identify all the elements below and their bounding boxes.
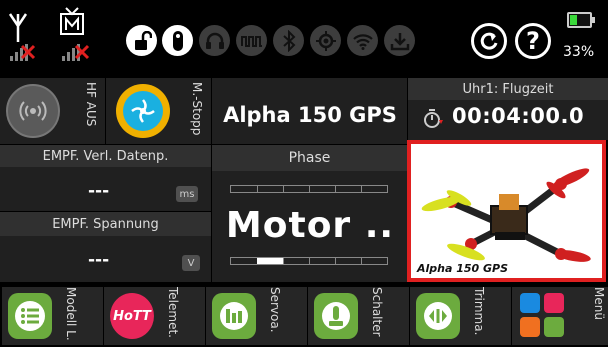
model-name: Alpha 150 GPS: [223, 103, 397, 127]
model-image-caption: Alpha 150 GPS: [417, 262, 509, 275]
motor-stop-button-icon: [116, 84, 170, 138]
list-icon: [8, 293, 52, 339]
model-list-button[interactable]: Modell L.: [2, 287, 103, 345]
menu-grid-icon: [520, 293, 566, 339]
headphones-icon[interactable]: [199, 25, 230, 56]
phase-value: Motor ..: [225, 205, 395, 246]
gps-icon[interactable]: [310, 25, 341, 56]
quadcopter-image: [421, 168, 591, 262]
trim-icon: [416, 293, 460, 339]
status-bar: ? 33%: [0, 0, 608, 76]
bluetooth-icon[interactable]: [273, 25, 304, 56]
servo-monitor-button[interactable]: Servoa.: [206, 287, 307, 345]
menu-button[interactable]: Menü: [512, 287, 608, 345]
receiver-voltage-panel[interactable]: EMPF. Spannung --- V: [0, 212, 211, 282]
model-list-label: Modell L.: [64, 287, 78, 341]
info-icon[interactable]: [162, 25, 193, 56]
telemetry-label: Telemet.: [166, 287, 180, 338]
hf-off-tile[interactable]: HF AUS: [0, 78, 105, 144]
download-icon[interactable]: [384, 25, 415, 56]
menu-label: Menü: [592, 287, 606, 320]
servo-pulse-icon[interactable]: [236, 25, 267, 56]
receiver-voltage-label: EMPF. Spannung: [0, 212, 211, 236]
battery-indicator: 33%: [563, 8, 597, 68]
switch-label: Schalter: [370, 287, 384, 337]
packet-loss-label: EMPF. Verl. Datenp.: [0, 145, 211, 167]
hott-logo-icon: HoTT: [110, 293, 154, 339]
packet-loss-unit: ms: [176, 186, 198, 202]
unlock-icon[interactable]: [126, 25, 157, 56]
trim-label: Trimma.: [472, 287, 486, 336]
telemetry-button[interactable]: HoTT Telemet.: [104, 287, 205, 345]
help-icon[interactable]: ?: [515, 23, 551, 59]
packet-loss-value: ---: [88, 181, 110, 201]
hf-off-label: HF AUS: [84, 82, 98, 127]
switch-icon: [314, 293, 358, 339]
phase-label: Phase: [212, 145, 407, 171]
switch-button[interactable]: Schalter: [308, 287, 409, 345]
timer-value: 00:04:00.0: [452, 104, 585, 128]
hf-radio-icon: [6, 84, 60, 138]
active-phase-segment: [257, 258, 283, 264]
packet-loss-panel[interactable]: EMPF. Verl. Datenp. --- ms: [0, 145, 211, 211]
servo-monitor-icon: [212, 293, 256, 339]
receiver-signal-icon: [58, 4, 94, 64]
phase-indicator-bottom: [230, 257, 388, 265]
reset-icon[interactable]: [471, 23, 507, 59]
servo-monitor-label: Servoa.: [268, 287, 282, 333]
motor-stop-tile[interactable]: M.-Stopp: [106, 78, 211, 144]
timer-label: Uhr1: Flugzeit: [408, 78, 608, 100]
trim-button[interactable]: Trimma.: [410, 287, 511, 345]
battery-percent: 33%: [563, 44, 595, 60]
model-image[interactable]: Alpha 150 GPS: [407, 140, 606, 282]
stopwatch-icon: [422, 106, 444, 134]
phase-indicator-top: [230, 185, 388, 193]
receiver-voltage-unit: V: [182, 255, 200, 271]
battery-icon: [567, 12, 592, 28]
battery-level-fill: [570, 15, 577, 25]
motor-stop-label: M.-Stopp: [190, 82, 204, 136]
receiver-voltage-value: ---: [88, 250, 110, 270]
transmitter-signal-icon: [6, 4, 40, 64]
wifi-icon[interactable]: [347, 25, 378, 56]
